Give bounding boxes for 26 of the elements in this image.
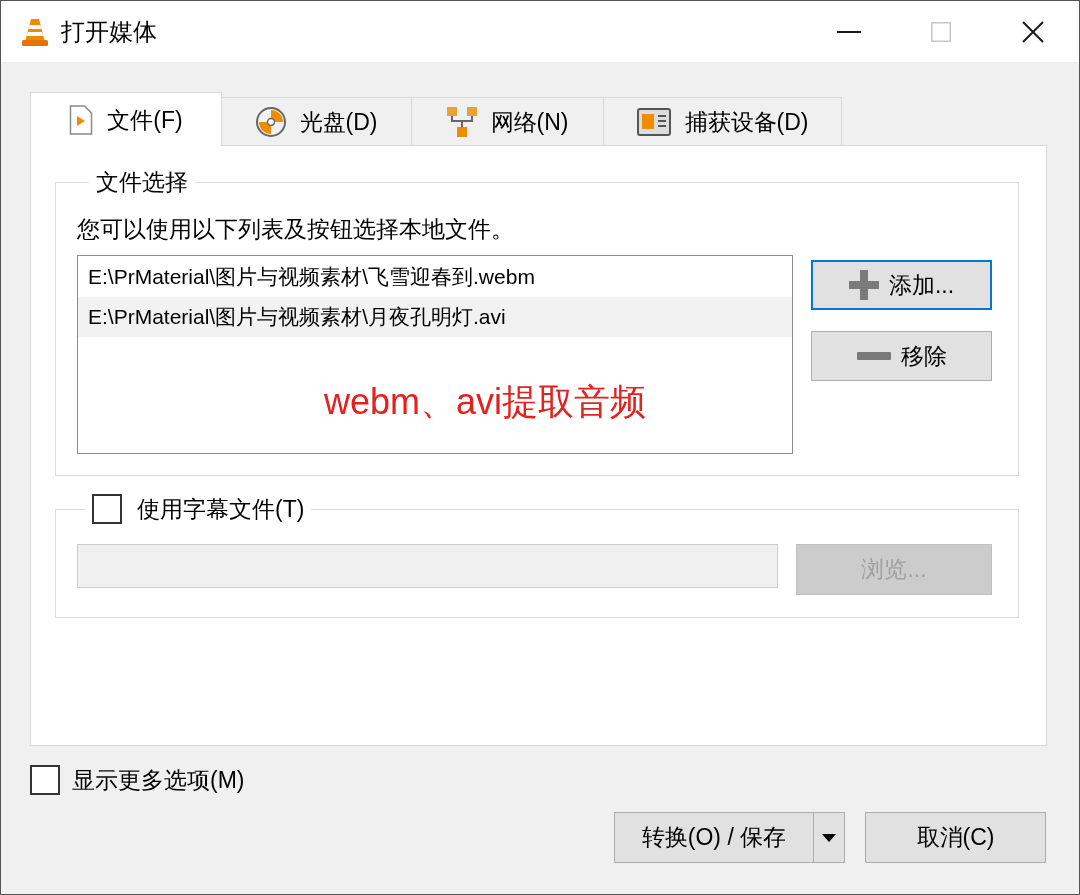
network-icon [446,106,477,137]
file-icon [69,104,94,135]
disc-icon [255,106,286,137]
close-icon[interactable] [1022,20,1044,43]
tab[interactable]: 捕获设备(D) [603,97,842,145]
add-button[interactable]: 添加... [811,260,992,310]
checkbox[interactable] [92,494,122,524]
cancel-button[interactable]: 取消(C) [865,812,1046,863]
minus-icon [856,352,891,360]
capture-card-icon [636,107,671,136]
tab[interactable]: 文件(F) [30,92,222,146]
minimize-icon[interactable] [837,30,861,33]
checkbox-label[interactable]: 使用字幕文件(T) [137,495,305,523]
plus-icon [848,270,879,300]
file-list-item[interactable]: E:\PrMaterial\图片与视频素材\月夜孔明灯.avi [78,297,792,337]
convert-save-button[interactable]: 转换(O) / 保存 [614,812,813,863]
traffic-cone-icon [21,16,49,47]
checkbox-label[interactable]: 显示更多选项(M) [72,766,245,794]
caret-down-icon [822,833,836,842]
hint-text: 您可以使用以下列表及按钮选择本地文件。 [77,216,515,242]
annotation-text: webm、avi提取音频 [324,380,647,424]
dropdown-button[interactable] [813,812,845,863]
checkbox[interactable] [30,765,60,795]
group-title: 文件选择 [95,169,189,195]
window-title: 打开媒体 [61,16,157,47]
remove-button[interactable]: 移除 [811,331,992,381]
